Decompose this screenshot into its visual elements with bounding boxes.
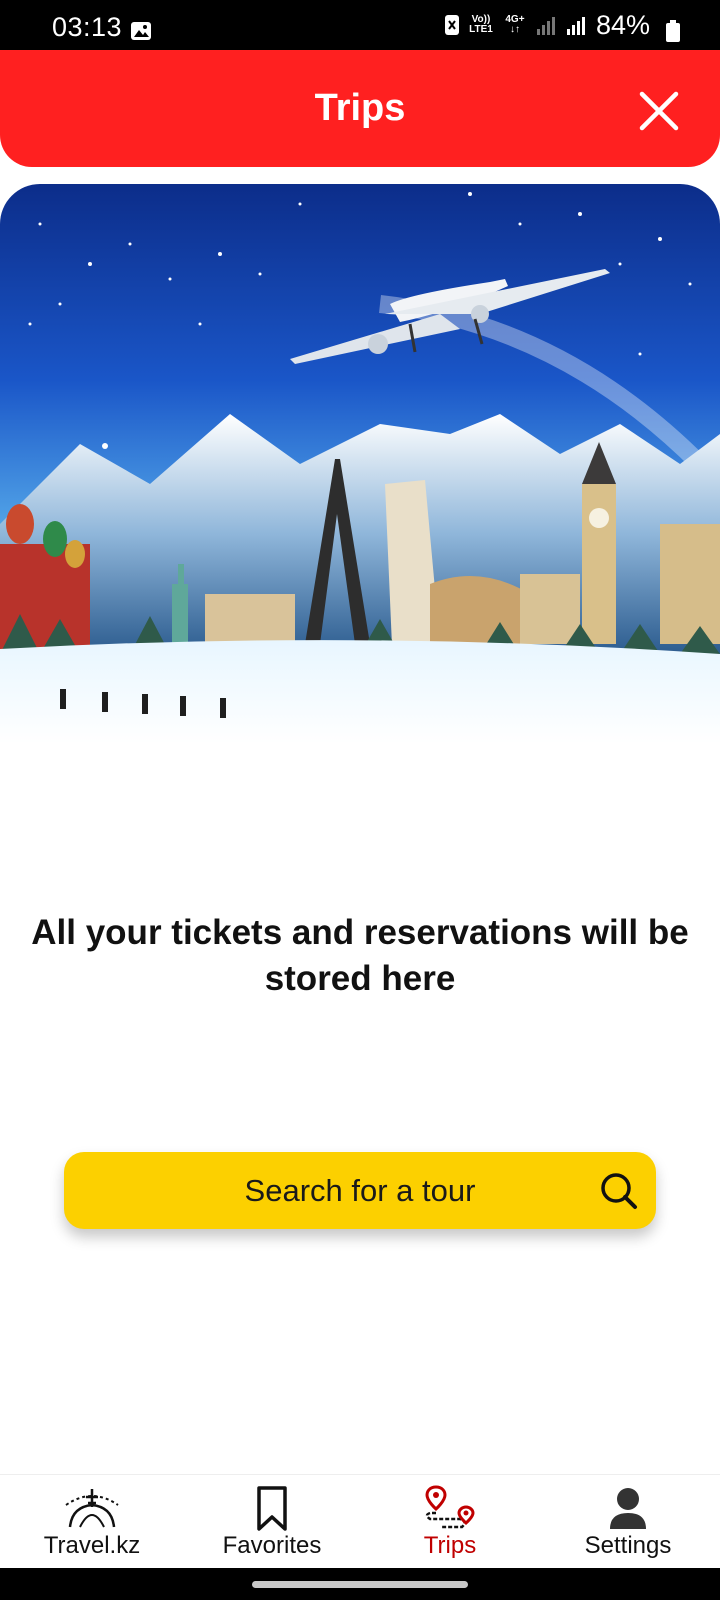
globe-plane-icon	[65, 1489, 119, 1528]
route-pin-icon	[425, 1485, 475, 1529]
lte-label: LTE1	[469, 24, 493, 35]
nav-item-travel[interactable]: Travel.kz	[2, 1475, 182, 1569]
page-title: Trips	[314, 87, 406, 129]
search-icon	[601, 1173, 637, 1209]
signal-icon-2	[566, 17, 585, 35]
signal-icon	[536, 17, 555, 35]
status-indicators: Vo)) LTE1 4G+ ↓↑ 84%	[444, 10, 650, 40]
search-tour-button[interactable]: Search for a tour	[64, 1152, 656, 1229]
app-header: Trips	[0, 50, 720, 167]
data-arrows-icon: ↓↑	[509, 24, 520, 35]
search-tour-label: Search for a tour	[244, 1173, 476, 1208]
nav-item-trips[interactable]: Trips	[360, 1475, 540, 1569]
home-indicator[interactable]	[252, 1581, 468, 1588]
nav-item-favorites[interactable]: Favorites	[182, 1475, 362, 1569]
nav-item-settings[interactable]: Settings	[538, 1475, 718, 1569]
bottom-navigation: Travel.kz Favorites Trips Settings	[0, 1474, 720, 1568]
battery-icon	[666, 20, 680, 42]
castle	[520, 574, 580, 644]
data-indicator: 4G+ ↓↑	[502, 15, 528, 35]
gallery-icon	[131, 22, 151, 40]
westminster	[660, 524, 720, 644]
nav-label-settings: Settings	[584, 1532, 672, 1559]
status-bar: 03:13 Vo)) LTE1 4G+ ↓↑ 84%	[0, 0, 720, 50]
nav-label-favorites: Favorites	[222, 1532, 322, 1559]
system-navigation-bar	[0, 1568, 720, 1600]
colosseum	[430, 576, 530, 644]
nfc-icon	[444, 15, 459, 35]
landmarks-illustration	[0, 184, 720, 744]
empty-state-message: All your tickets and reservations will b…	[31, 913, 689, 998]
person-icon	[610, 1488, 646, 1529]
bookmark-icon	[257, 1486, 287, 1531]
parthenon	[205, 594, 295, 644]
nav-label-trips: Trips	[423, 1532, 477, 1559]
volte-indicator: Vo)) LTE1	[468, 15, 494, 35]
hero-travel-image	[0, 184, 720, 744]
big-ben	[582, 442, 616, 644]
content-sheet	[0, 746, 720, 1466]
close-icon[interactable]	[636, 88, 682, 134]
status-time: 03:13	[52, 12, 123, 42]
battery-percent: 84%	[595, 9, 650, 40]
nav-label-travel: Travel.kz	[43, 1532, 141, 1559]
